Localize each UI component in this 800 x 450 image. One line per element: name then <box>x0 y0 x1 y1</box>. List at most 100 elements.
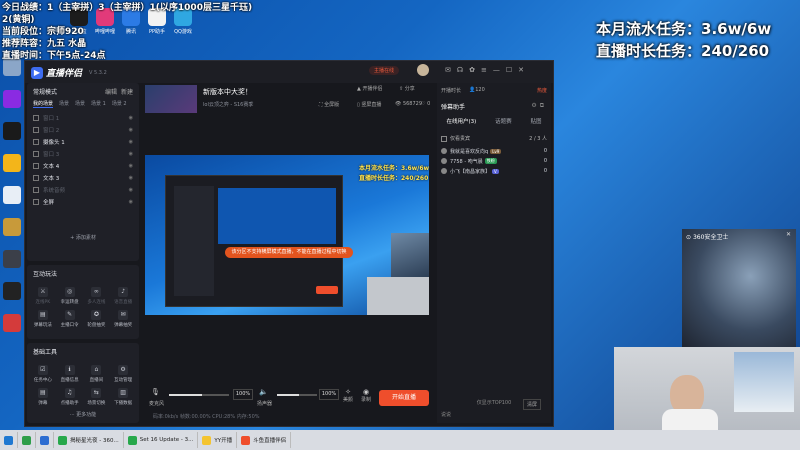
checkbox[interactable] <box>33 151 39 157</box>
taskbar-item[interactable] <box>18 432 36 448</box>
tool-item[interactable]: ☑ 任务中心 <box>31 363 55 383</box>
host-status-button[interactable]: 主播在线 <box>369 66 400 75</box>
source-item[interactable]: 摄像头 1 ◉ <box>27 136 139 148</box>
eye-icon[interactable]: ◉ <box>129 163 133 169</box>
source-item[interactable]: 窗口 3 ◉ <box>27 148 139 160</box>
tool-item[interactable]: ⚙ 互动管理 <box>111 363 135 383</box>
wegame-icon[interactable] <box>3 186 21 204</box>
user-row[interactable]: 我就是喜欢反向q Lv9 0 <box>437 146 551 156</box>
recorder-icon[interactable] <box>3 314 21 332</box>
tool-item[interactable]: ✉ 弹幕抽奖 <box>111 308 135 328</box>
speaker-slider[interactable] <box>277 394 317 396</box>
gift-icon[interactable]: ✿ <box>469 66 481 74</box>
mic-slider[interactable] <box>169 394 229 396</box>
lol-icon[interactable] <box>3 218 21 236</box>
close-icon[interactable]: ✕ <box>518 66 530 74</box>
record-button[interactable]: ◉ 录制 <box>361 388 371 403</box>
checkbox[interactable] <box>33 163 39 169</box>
more-tools-button[interactable]: ··· 更多功能 <box>27 411 139 418</box>
tool-item[interactable]: ⚔ 连线PK <box>31 285 55 305</box>
tab-scene-a[interactable]: 场景 <box>59 100 69 108</box>
tab-scene-1[interactable]: 场景 1 <box>91 100 106 108</box>
mic-icon[interactable]: 🎙 <box>151 388 160 396</box>
checkbox[interactable] <box>33 199 39 205</box>
eye-icon[interactable]: ◉ <box>129 127 133 133</box>
tab-my-scene[interactable]: 我的场景 <box>33 100 54 108</box>
tab-scene-2[interactable]: 场景 2 <box>112 100 127 108</box>
headset-icon[interactable]: ☊ <box>457 66 469 74</box>
tab-scene-b[interactable]: 场景 <box>75 100 85 108</box>
tool-item[interactable]: ⇆ 场景切换 <box>85 386 109 406</box>
edit-button[interactable]: 编辑 <box>105 87 117 96</box>
eye-icon[interactable]: ◉ <box>129 199 133 205</box>
taskbar-item[interactable]: YY开播 <box>198 432 238 448</box>
room-category[interactable]: lol云顶之弈 - S16赛季 <box>203 101 253 108</box>
vip-filter-checkbox[interactable] <box>441 135 447 142</box>
popout-icon[interactable]: ⧉ <box>540 102 547 109</box>
start-live-button[interactable]: 开始直播 <box>379 390 429 406</box>
obs-icon[interactable] <box>3 250 21 268</box>
eye-icon[interactable]: ◉ <box>129 115 133 121</box>
mic-percent[interactable]: 100% <box>233 389 253 400</box>
new-button[interactable]: 新建 <box>121 87 133 96</box>
open-companion-button[interactable]: ▲ 开播伴侣 <box>357 85 382 92</box>
portrait-button[interactable]: ▯ 竖屏直播 <box>357 101 381 108</box>
taskbar-item[interactable]: 揭秘星光夜 - 360... <box>54 432 124 448</box>
checkbox[interactable] <box>33 175 39 181</box>
checkbox[interactable] <box>33 187 39 193</box>
room-cover-image[interactable] <box>145 85 197 113</box>
eye-icon[interactable]: ◉ <box>129 175 133 181</box>
fullscreen-button[interactable]: ⛶ 全屏版 <box>319 101 339 108</box>
tab-topic[interactable]: 话题赛 <box>495 117 512 125</box>
speaker-percent[interactable]: 100% <box>319 389 339 400</box>
eye-icon[interactable]: ◉ <box>129 151 133 157</box>
tool-item[interactable]: ℹ 直播信息 <box>58 363 82 383</box>
source-item[interactable]: 文本 4 ◉ <box>27 160 139 172</box>
tool-item[interactable]: ∞ 多人连线 <box>85 285 109 305</box>
tool-item[interactable]: ▤ 弹幕玩法 <box>31 308 55 328</box>
tool-item[interactable]: ♫ 点播助手 <box>58 386 82 406</box>
eye-icon[interactable]: ◉ <box>129 139 133 145</box>
checkbox[interactable] <box>33 139 39 145</box>
tab-online-users[interactable]: 在线用户(3) <box>446 117 476 125</box>
add-source-button[interactable]: + 添加素材 <box>27 234 139 241</box>
taskbar-item[interactable]: 斗鱼直播伴侣 <box>237 432 292 448</box>
menu-icon[interactable]: ≡ <box>481 66 493 74</box>
room-title[interactable]: 新版本中大奖！ <box>203 87 252 97</box>
speaker-icon[interactable]: 🔈 <box>259 388 268 396</box>
share-button[interactable]: ⇪ 分享 <box>399 85 415 92</box>
source-item[interactable]: 窗口 1 ◉ <box>27 112 139 124</box>
yy-icon[interactable] <box>3 154 21 172</box>
chat-input[interactable]: 说说 <box>441 411 451 418</box>
user-row[interactable]: 7758 - 吻气晨 铁粉 0 <box>437 156 551 166</box>
settings-icon[interactable]: ⚙ <box>531 102 539 109</box>
checkbox[interactable] <box>33 127 39 133</box>
360-security-card[interactable]: ⊙ 360安全卫士 ✕ <box>682 229 796 347</box>
user-avatar[interactable] <box>417 64 429 76</box>
source-item[interactable]: 系统音频 ◉ <box>27 184 139 196</box>
source-item[interactable]: 文本 3 ◉ <box>27 172 139 184</box>
user-row[interactable]: 小飞【南昌家族】 V 0 <box>437 166 551 176</box>
tool-item[interactable]: ▥ 下播数据 <box>111 386 135 406</box>
tab-stickers[interactable]: 贴图 <box>531 117 542 125</box>
mode-selector[interactable]: 常规模式 编辑 新建 <box>27 83 139 100</box>
minimize-icon[interactable]: — <box>493 66 506 74</box>
beauty-button[interactable]: ✧ 美颜 <box>343 388 353 403</box>
taskbar-item[interactable]: Set 16 Update - 3... <box>124 432 199 448</box>
checkbox[interactable] <box>33 115 39 121</box>
tool-item[interactable]: ✪ 轮盘抽奖 <box>85 308 109 328</box>
control-panel-icon[interactable] <box>3 90 21 108</box>
tool-item[interactable]: ✎ 主播口令 <box>58 308 82 328</box>
tool-item[interactable]: ♪ 语音直播 <box>111 285 135 305</box>
tool-item[interactable]: ▤ 弹幕 <box>31 386 55 406</box>
card-close-icon[interactable]: ✕ <box>786 231 791 238</box>
source-item[interactable]: 窗口 2 ◉ <box>27 124 139 136</box>
start-button[interactable] <box>0 432 18 448</box>
tool-item[interactable]: ⌂ 直播间 <box>85 363 109 383</box>
clear-screen-button[interactable]: 清屏 <box>523 399 542 410</box>
tool-item[interactable]: ◎ 幸运转盘 <box>58 285 82 305</box>
taskbar-item[interactable] <box>36 432 54 448</box>
capcut-icon[interactable] <box>3 282 21 300</box>
stream-preview[interactable]: 本月流水任务：3.6w/6w 直播时长任务：240/260 该分区不支持横屏模式… <box>145 155 429 315</box>
maximize-icon[interactable]: ☐ <box>506 66 518 74</box>
